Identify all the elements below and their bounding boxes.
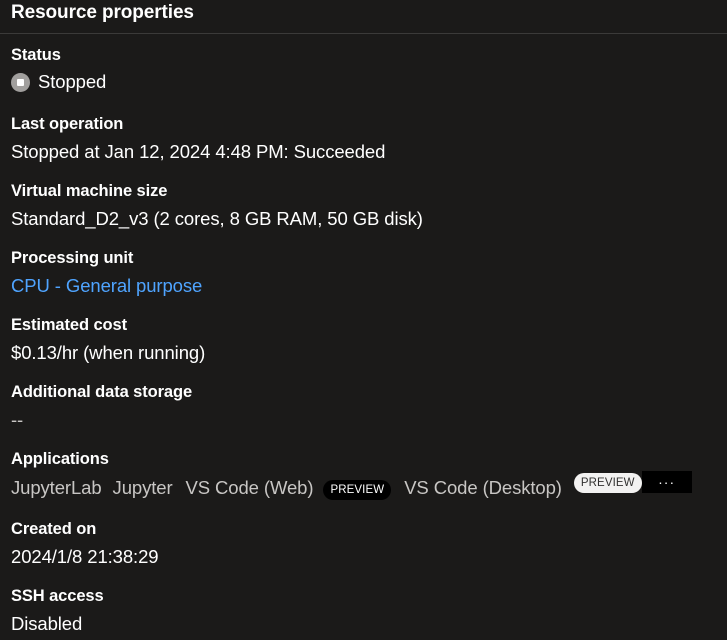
last-operation-value: Stopped at Jan 12, 2024 4:48 PM: Succeed… — [11, 141, 386, 162]
panel-header: Resource properties — [0, 0, 727, 34]
panel-title: Resource properties — [11, 2, 194, 23]
applications-list: JupyterLab Jupyter VS Code (Web) PREVIEW… — [11, 471, 727, 502]
desktop-preview-group: PREVIEW ··· — [573, 471, 692, 493]
status-value-row: Stopped — [11, 69, 727, 95]
vm-size-label: Virtual machine size — [11, 182, 168, 200]
applications-section: Applications JupyterLab Jupyter VS Code … — [11, 448, 727, 502]
last-operation-section: Last operation Stopped at Jan 12, 2024 4… — [11, 113, 727, 165]
preview-badge: PREVIEW — [323, 480, 392, 500]
additional-storage-value: -- — [11, 409, 24, 430]
created-on-label: Created on — [11, 520, 97, 538]
app-jupyterlab-link[interactable]: JupyterLab — [11, 475, 102, 501]
stopped-icon — [11, 72, 30, 92]
app-jupyter-link[interactable]: Jupyter — [113, 475, 173, 501]
preview-badge-desktop: PREVIEW — [573, 473, 642, 493]
status-section: Status Stopped — [11, 44, 727, 95]
created-on-value: 2024/1/8 21:38:29 — [11, 546, 159, 567]
additional-storage-section: Additional data storage -- — [11, 381, 727, 433]
app-vscode-desktop-link[interactable]: VS Code (Desktop) — [404, 475, 562, 501]
processing-unit-section: Processing unit CPU - General purpose — [11, 247, 727, 299]
ssh-access-section: SSH access Disabled — [11, 585, 727, 637]
ssh-access-value: Disabled — [11, 613, 83, 634]
app-vscode-web-link[interactable]: VS Code (Web) — [186, 475, 314, 501]
estimated-cost-value: $0.13/hr (when running) — [11, 342, 206, 363]
status-label: Status — [11, 46, 61, 64]
applications-label: Applications — [11, 450, 109, 468]
ssh-access-label: SSH access — [11, 587, 104, 605]
estimated-cost-section: Estimated cost $0.13/hr (when running) — [11, 314, 727, 366]
additional-storage-label: Additional data storage — [11, 383, 193, 401]
vm-size-value: Standard_D2_v3 (2 cores, 8 GB RAM, 50 GB… — [11, 208, 423, 229]
estimated-cost-label: Estimated cost — [11, 316, 127, 334]
status-value: Stopped — [38, 71, 107, 92]
processing-unit-label: Processing unit — [11, 249, 134, 267]
processing-unit-link[interactable]: CPU - General purpose — [11, 275, 202, 296]
more-applications-button[interactable]: ··· — [641, 471, 692, 493]
last-operation-label: Last operation — [11, 115, 124, 133]
created-on-section: Created on 2024/1/8 21:38:29 — [11, 518, 727, 570]
vm-size-section: Virtual machine size Standard_D2_v3 (2 c… — [11, 180, 727, 232]
